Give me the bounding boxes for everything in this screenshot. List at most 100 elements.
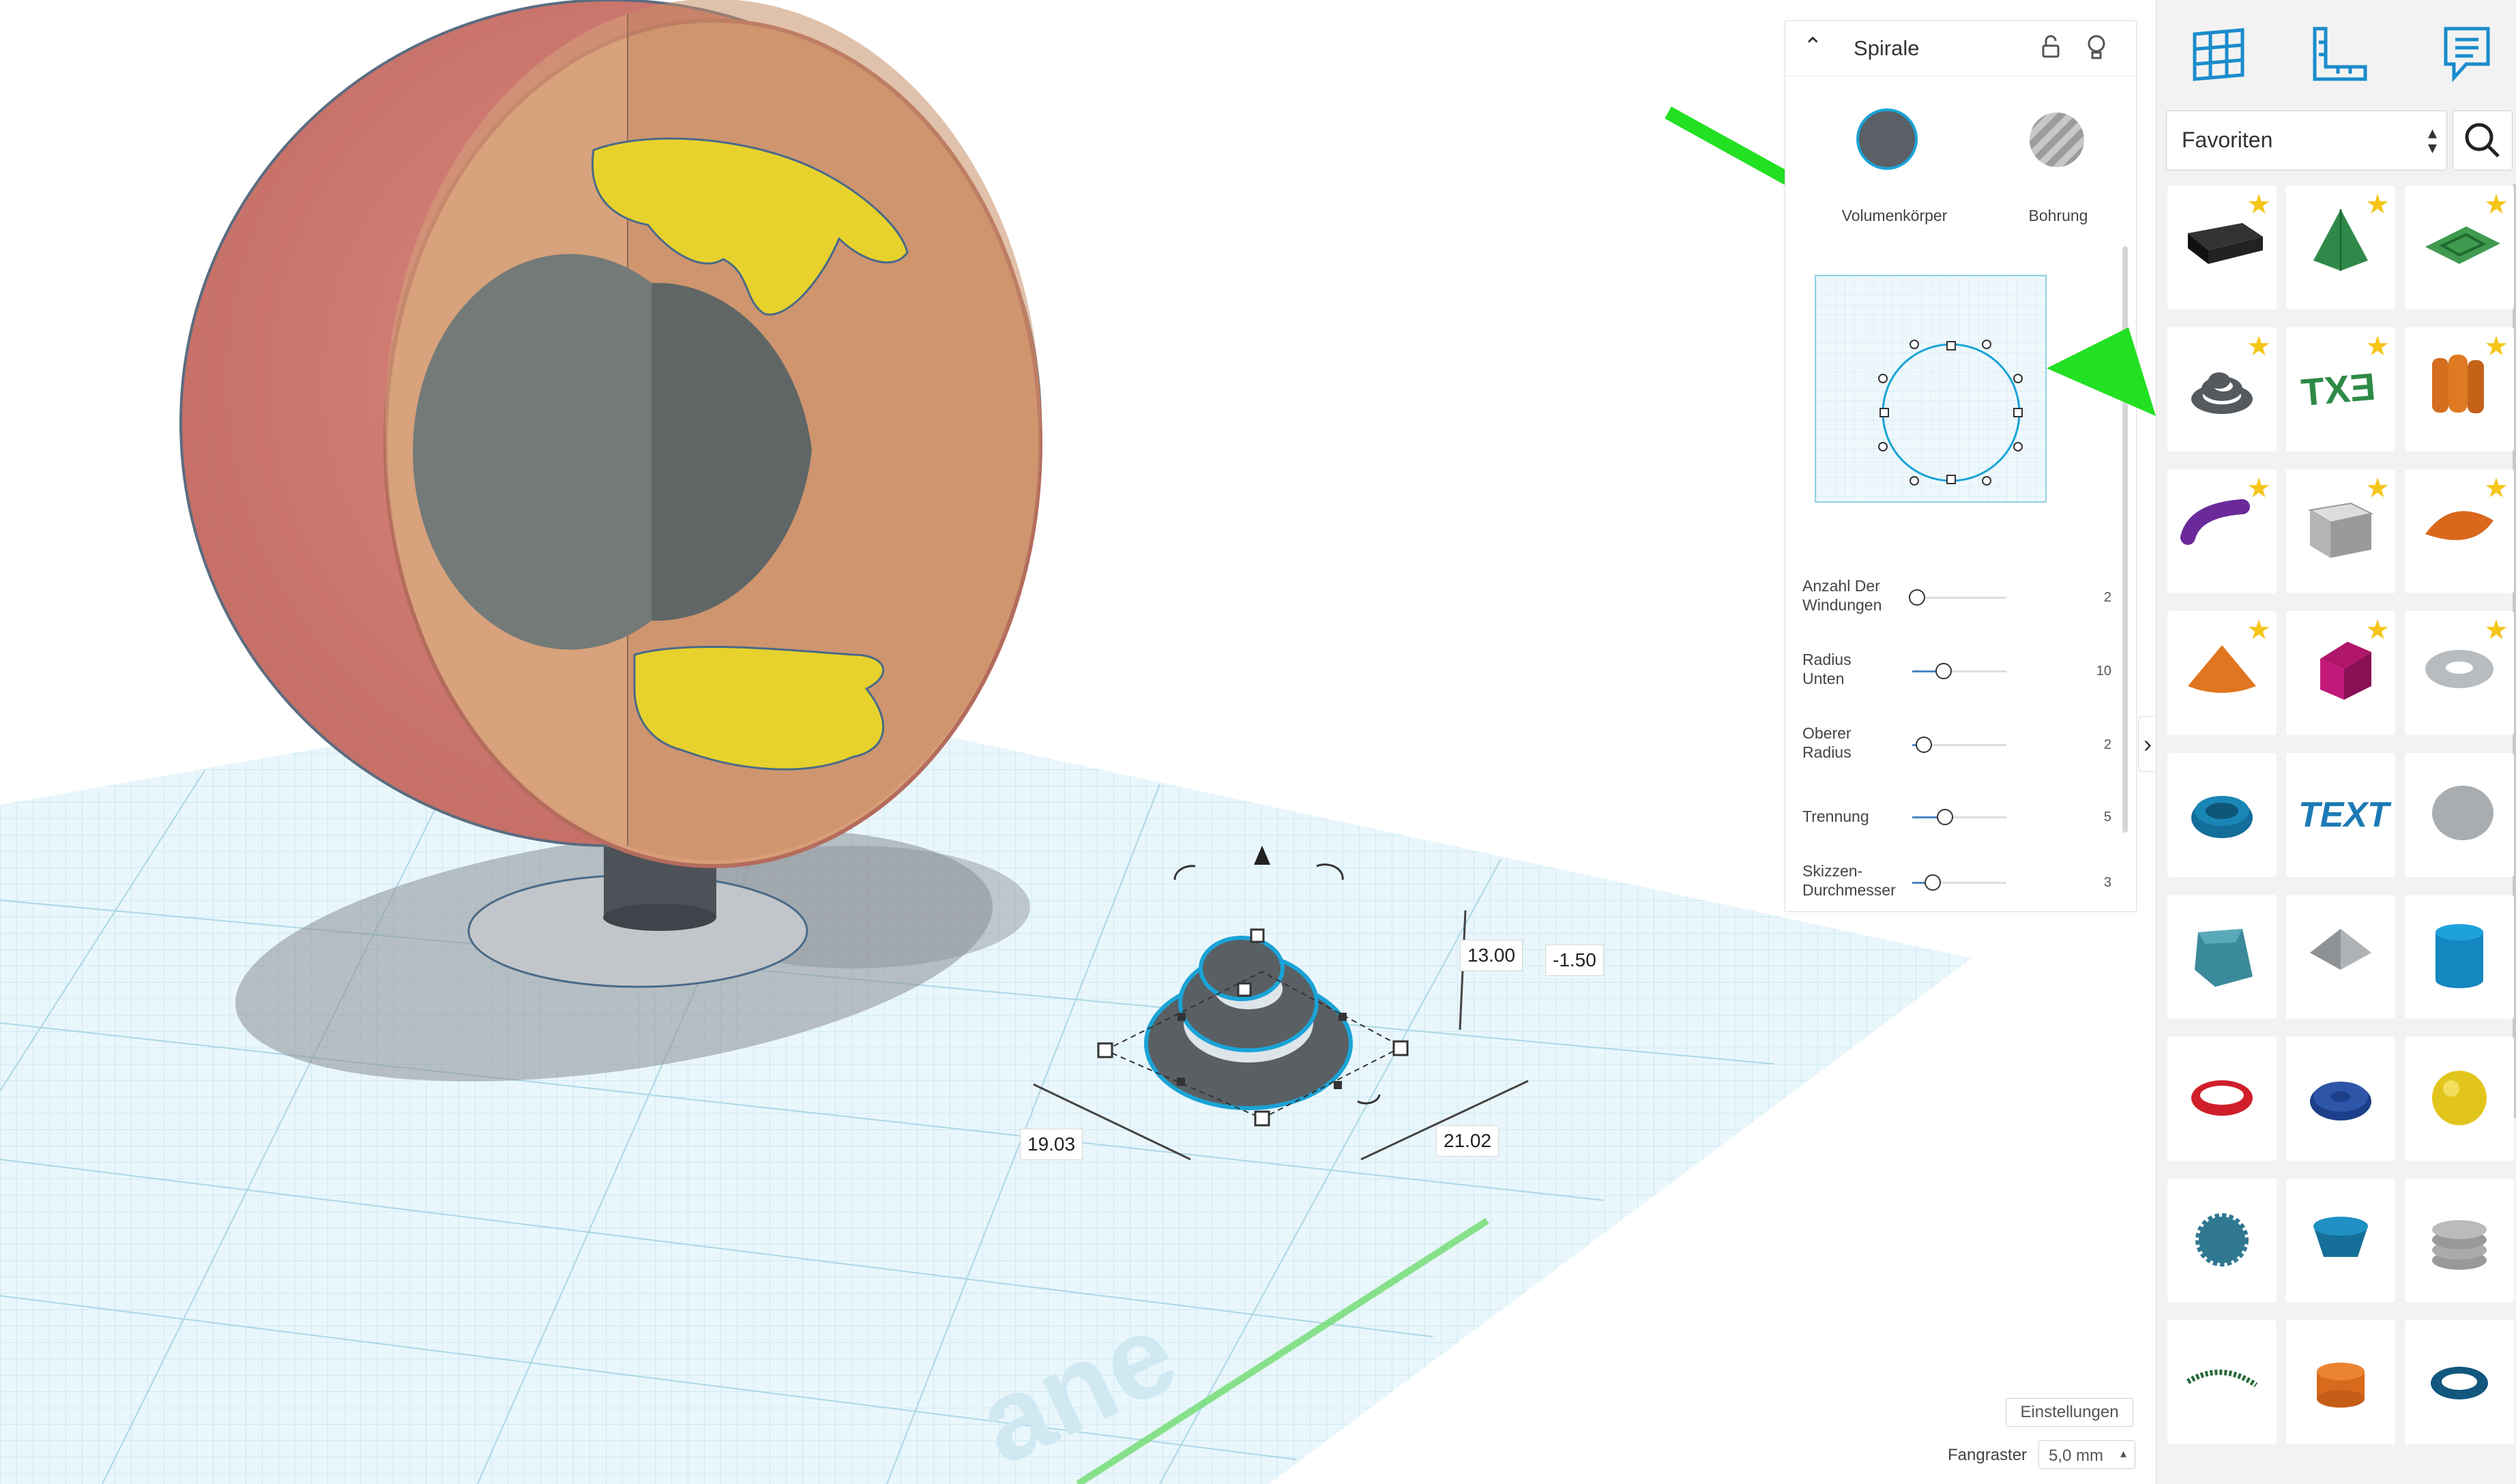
param-value[interactable]: 5 xyxy=(2057,810,2111,825)
lightbulb-icon[interactable] xyxy=(2083,32,2110,62)
shape-tile-cylinder-orange[interactable] xyxy=(2286,1320,2395,1444)
shape-tile-tube-purple[interactable]: ★ xyxy=(2167,469,2277,593)
shape-tile-ring-red[interactable] xyxy=(2167,1037,2277,1161)
length-dimension[interactable]: 19.03 xyxy=(1020,1129,1083,1160)
chevron-right-icon: › xyxy=(2144,730,2152,758)
updown-caret-icon: ▴ ▾ xyxy=(2427,122,2437,158)
shape-tile-box-hollow-gray[interactable]: ★ xyxy=(2286,469,2395,593)
lock-icon[interactable] xyxy=(2038,33,2065,61)
favorite-star-icon[interactable]: ★ xyxy=(2247,617,2271,644)
ruler-icon[interactable] xyxy=(2308,22,2369,83)
shape-tile-torus-gray[interactable]: ★ xyxy=(2405,611,2514,735)
param-knob[interactable] xyxy=(1915,737,1932,753)
favorite-star-icon[interactable]: ★ xyxy=(2365,617,2390,644)
caret-up-icon: ▴ xyxy=(2120,1446,2126,1460)
category-value: Favoriten xyxy=(2182,128,2273,152)
screw-gray-icon xyxy=(2432,1220,2487,1270)
param-knob[interactable] xyxy=(1935,663,1952,679)
shape-tile-text-green[interactable]: TXƎ ★ xyxy=(2286,327,2395,451)
hole-option[interactable]: Bohrung xyxy=(2004,108,2113,224)
search-button[interactable] xyxy=(2453,110,2513,170)
param-value[interactable]: 2 xyxy=(2057,737,2111,753)
param-knob[interactable] xyxy=(1925,874,1942,891)
favorite-star-icon[interactable]: ★ xyxy=(2247,191,2271,218)
param-slider[interactable] xyxy=(1912,874,2006,891)
shape-tile-cylinder-blue[interactable] xyxy=(2405,895,2514,1019)
shape-tile-gear-ring-blue[interactable] xyxy=(2167,753,2277,877)
settings-button[interactable]: Einstellungen xyxy=(2006,1398,2133,1427)
height-dimension[interactable]: 13.00 xyxy=(1460,940,1523,971)
workplane-grid[interactable]: ane xyxy=(0,682,1972,1484)
ring-blue-icon xyxy=(2431,1367,2488,1399)
twisted-polygon-teal-icon xyxy=(2195,929,2253,987)
solid-label: Volumenkörper xyxy=(1841,207,1948,224)
shape-tile-egg-gray[interactable] xyxy=(2405,753,2514,877)
gear-teal-icon xyxy=(2195,1213,2249,1266)
solid-option[interactable]: Volumenkörper xyxy=(1826,108,1947,224)
param-knob[interactable] xyxy=(1937,809,1954,825)
favorite-star-icon[interactable]: ★ xyxy=(2247,475,2271,502)
shape-tile-diamond-gray[interactable] xyxy=(2286,895,2395,1019)
param-row-top-radius[interactable]: Oberer Radius 2 xyxy=(1785,724,2136,771)
sphere-yellow-icon xyxy=(2432,1071,2487,1125)
collapse-chevron-icon[interactable]: ⌃ xyxy=(1803,35,1823,58)
cylinder-orange-icon xyxy=(2317,1363,2365,1408)
shape-tile-ring-blue[interactable] xyxy=(2405,1320,2514,1444)
inspector-header: ⌃ Spirale xyxy=(1785,21,2136,76)
param-value[interactable]: 10 xyxy=(2057,664,2111,679)
favorite-star-icon[interactable]: ★ xyxy=(2365,475,2390,502)
hole-label: Bohrung xyxy=(2028,207,2088,224)
param-knob[interactable] xyxy=(1908,589,1925,606)
shape-tile-sphere-yellow[interactable] xyxy=(2405,1037,2514,1161)
shape-tile-text-3d-blue[interactable]: TEXT xyxy=(2286,753,2395,877)
sphere-cutaway-object[interactable] xyxy=(179,0,1042,868)
svg-text:TEXT: TEXT xyxy=(2298,795,2392,835)
param-row-bottom-radius[interactable]: Radius Unten 10 xyxy=(1785,650,2136,698)
param-slider[interactable] xyxy=(1912,809,2006,825)
param-slider[interactable] xyxy=(1912,737,2006,753)
sketch-editor[interactable] xyxy=(1815,275,2047,503)
shape-tile-bowl-blue[interactable] xyxy=(2286,1178,2395,1303)
favorite-star-icon[interactable]: ★ xyxy=(2484,191,2508,218)
param-slider[interactable] xyxy=(1912,663,2006,679)
width-dimension[interactable]: 21.02 xyxy=(1436,1125,1500,1157)
shape-tile-leaf-orange[interactable]: ★ xyxy=(2405,469,2514,593)
shape-tile-house-magenta[interactable]: ★ xyxy=(2286,611,2395,735)
shape-tile-screw-gray[interactable] xyxy=(2405,1178,2514,1303)
favorite-star-icon[interactable]: ★ xyxy=(2365,191,2390,218)
snap-grid-select[interactable]: 5,0 mm ▴ xyxy=(2038,1440,2135,1469)
shape-category-select[interactable]: Favoriten ▴ ▾ xyxy=(2166,110,2447,170)
shape-tile-cylinders-orange[interactable]: ★ xyxy=(2405,327,2514,451)
favorite-star-icon[interactable]: ★ xyxy=(2484,333,2508,360)
param-row-turns[interactable]: Anzahl Der Windungen 2 xyxy=(1785,576,2136,624)
elevation-dimension[interactable]: -1.50 xyxy=(1545,945,1604,976)
search-icon xyxy=(2465,123,2500,158)
param-row-sketch-diameter[interactable]: Skizzen- Durchmesser 3 xyxy=(1785,861,2136,909)
favorite-star-icon[interactable]: ★ xyxy=(2365,333,2390,360)
bowl-blue-icon xyxy=(2313,1217,2368,1257)
notes-icon[interactable] xyxy=(2436,22,2498,83)
gear-ring-blue-icon xyxy=(2191,796,2253,838)
shape-tile-spiral-gray[interactable]: ★ xyxy=(2167,327,2277,451)
svg-text:TXƎ: TXƎ xyxy=(2300,365,2378,414)
shape-tile-box-black[interactable]: ★ xyxy=(2167,186,2277,310)
shape-tile-twisted-polygon-teal[interactable] xyxy=(2167,895,2277,1019)
favorite-star-icon[interactable]: ★ xyxy=(2247,333,2271,360)
grid-icon[interactable] xyxy=(2188,22,2249,83)
shape-tile-cone-green[interactable]: ★ xyxy=(2286,186,2395,310)
param-label-line2: Durchmesser xyxy=(1802,881,1896,899)
panel-toggle-button[interactable]: › xyxy=(2138,716,2157,772)
shape-tile-cone-orange[interactable]: ★ xyxy=(2167,611,2277,735)
shape-tile-arc-green[interactable] xyxy=(2167,1320,2277,1444)
shape-tile-square-spiral-green[interactable]: ★ xyxy=(2405,186,2514,310)
favorite-star-icon[interactable]: ★ xyxy=(2484,617,2508,644)
param-slider[interactable] xyxy=(1908,589,2006,606)
favorite-star-icon[interactable]: ★ xyxy=(2484,475,2508,502)
param-value[interactable]: 2 xyxy=(2057,590,2111,606)
param-value[interactable]: 3 xyxy=(2057,875,2111,891)
shape-tile-gear-teal[interactable] xyxy=(2167,1178,2277,1303)
param-row-separation[interactable]: Trennung 5 xyxy=(1785,797,2136,845)
shape-title: Spirale xyxy=(1854,36,1920,60)
param-label-line1: Skizzen- xyxy=(1802,862,1863,880)
shape-tile-button-blue[interactable] xyxy=(2286,1037,2395,1161)
